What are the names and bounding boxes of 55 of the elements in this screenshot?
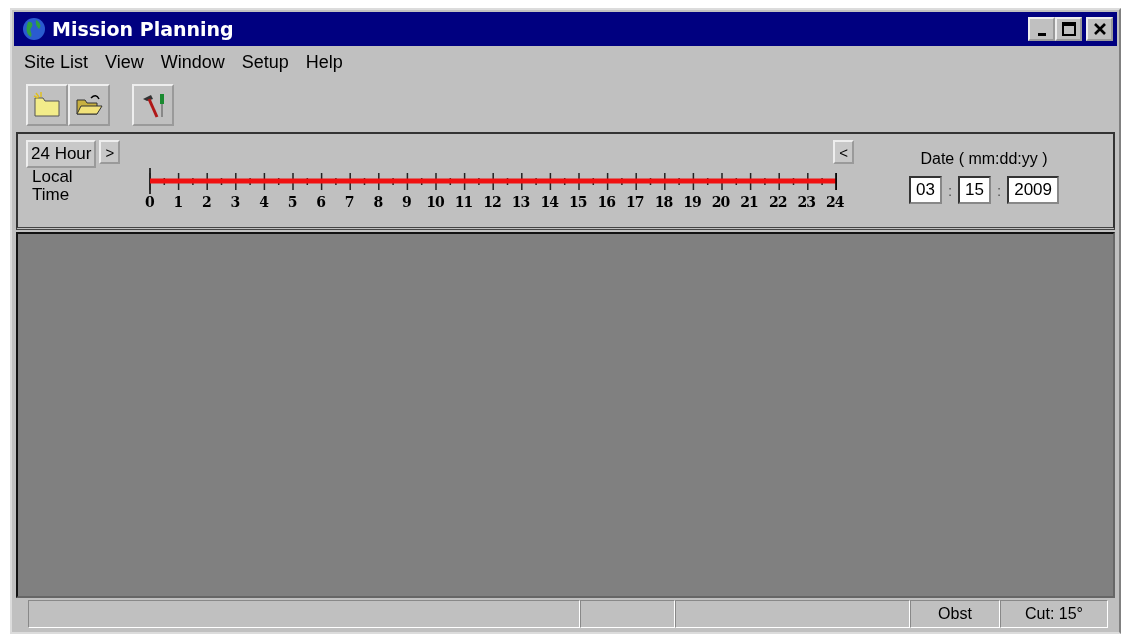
hour-label: 4 <box>258 194 270 210</box>
hour-label: 6 <box>315 194 327 210</box>
date-separator: : <box>947 181 953 199</box>
hour-label: 23 <box>796 194 816 210</box>
hour-label: 0 <box>143 194 155 210</box>
menu-item[interactable]: Window <box>160 51 225 73</box>
status-panel: Obst <box>910 600 1000 628</box>
hour-label: 11 <box>453 194 474 210</box>
hour-label: 24 <box>825 194 845 210</box>
date-label: Date ( mm:dd:yy ) <box>920 150 1048 168</box>
hour-label: 2 <box>201 194 212 210</box>
hour-label: 22 <box>767 194 788 210</box>
menu-item[interactable]: Help <box>305 51 343 73</box>
hour-label: 12 <box>482 194 502 210</box>
new-folder-icon <box>33 92 61 118</box>
hour-label: 5 <box>286 194 298 210</box>
minimize-button[interactable] <box>1028 17 1055 41</box>
hour-label: 13 <box>510 194 531 210</box>
maximize-icon <box>1061 22 1076 36</box>
month-field[interactable]: 03 <box>909 176 942 204</box>
scroll-right-button[interactable]: > <box>99 140 121 164</box>
window-title: Mission Planning <box>52 18 235 40</box>
minimize-icon <box>1037 32 1046 36</box>
tools-button[interactable] <box>132 84 174 126</box>
hour-label: 14 <box>539 194 560 210</box>
hour-label: 1 <box>172 194 184 210</box>
hour-label: 20 <box>710 194 731 210</box>
new-button[interactable] <box>26 84 68 126</box>
hour-label: 7 <box>343 194 355 210</box>
scroll-left-button[interactable]: < <box>833 140 854 164</box>
hour-label: 8 <box>372 194 384 210</box>
open-button[interactable] <box>68 84 110 126</box>
menu-item[interactable]: View <box>105 51 144 73</box>
hour-label: 19 <box>682 194 702 210</box>
date-separator: : <box>997 181 1002 199</box>
hour-label: 16 <box>596 194 617 210</box>
range-button[interactable]: 24 Hour <box>26 140 97 168</box>
menu-item[interactable]: Site List <box>24 51 89 73</box>
axis-label: Local Time <box>31 168 74 204</box>
hour-label: 9 <box>400 194 412 210</box>
year-field[interactable]: 2009 <box>1007 176 1059 204</box>
hour-label: 3 <box>229 194 241 210</box>
maximize-button[interactable] <box>1055 17 1082 41</box>
close-button[interactable] <box>1086 17 1113 41</box>
open-folder-icon <box>75 92 103 118</box>
hour-label: 18 <box>653 194 674 210</box>
hour-label: 21 <box>739 194 759 210</box>
menu-item[interactable]: Setup <box>241 51 289 73</box>
close-icon <box>1092 22 1107 36</box>
globe-icon <box>22 17 46 41</box>
status-panel: Cut: 15° <box>1000 600 1108 628</box>
day-field[interactable]: 15 <box>958 176 991 204</box>
hour-label: 17 <box>625 194 645 210</box>
hour-label: 10 <box>425 194 445 210</box>
hour-label: 15 <box>567 194 588 210</box>
